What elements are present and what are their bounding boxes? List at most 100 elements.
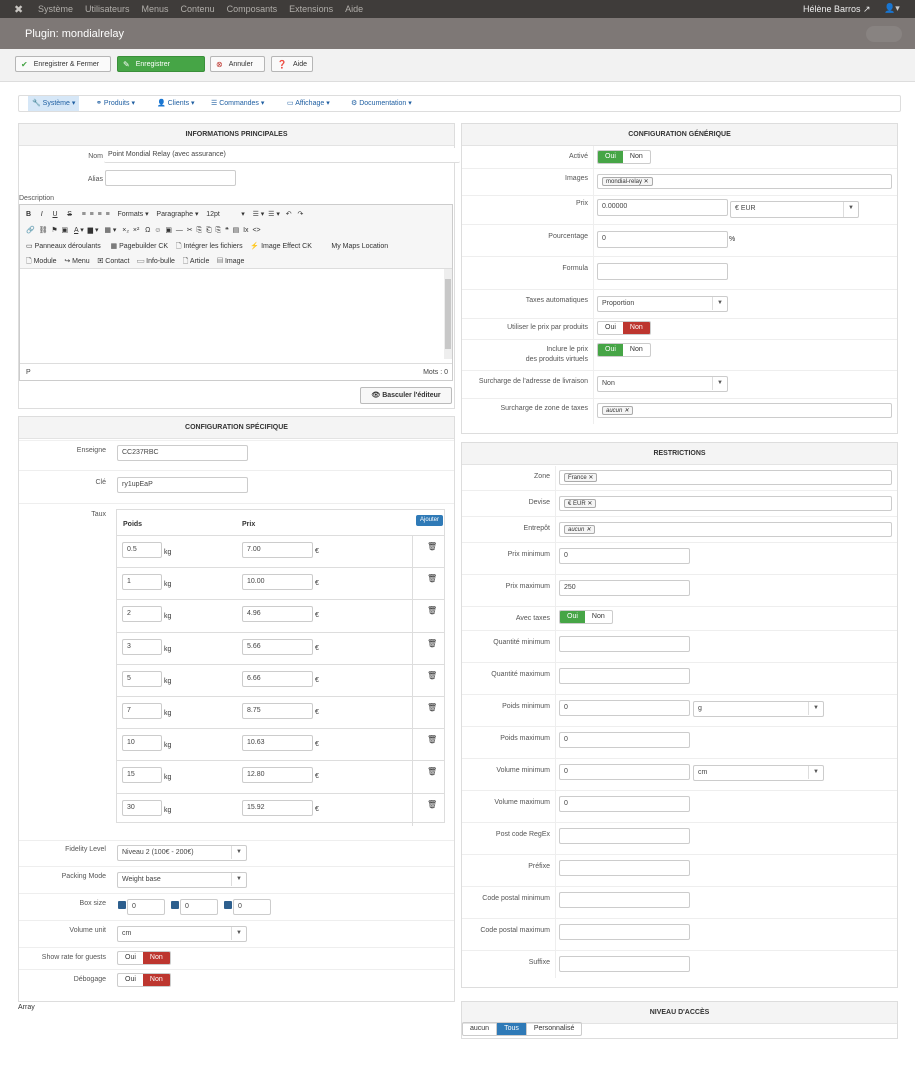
- help-button[interactable]: ❓ Aide: [271, 56, 313, 72]
- entrepot-field[interactable]: aucun ✕: [559, 522, 892, 537]
- avec-taxes-toggle[interactable]: Oui Non: [559, 610, 613, 624]
- rate-weight-input[interactable]: 30: [122, 799, 162, 816]
- cpmax-input[interactable]: [559, 924, 690, 940]
- surcharge-addr-select[interactable]: Non ▼: [597, 376, 728, 392]
- trash-icon[interactable]: 🗑: [427, 703, 437, 712]
- joomla-logo-icon[interactable]: ✖: [14, 3, 23, 16]
- virtual-toggle[interactable]: Oui Non: [597, 343, 651, 357]
- pmin-input[interactable]: 0: [559, 700, 690, 716]
- formula-input[interactable]: [597, 263, 728, 280]
- rate-weight-input[interactable]: 15: [122, 767, 162, 784]
- trash-icon[interactable]: 🗑: [427, 671, 437, 680]
- cle-input[interactable]: ry1upEaP: [117, 477, 248, 493]
- save-close-button[interactable]: ✔ Enregistrer & Fermer: [15, 56, 111, 72]
- contact-button[interactable]: Contact: [105, 258, 129, 265]
- guests-oui[interactable]: Oui: [118, 952, 143, 964]
- images-field[interactable]: mondial-relay ✕: [597, 174, 892, 189]
- integrate-files-button[interactable]: Intégrer les fichiers: [183, 243, 242, 250]
- rate-weight-input[interactable]: 1: [122, 574, 162, 591]
- image-effect-button[interactable]: Image Effect CK: [261, 243, 312, 250]
- save-button[interactable]: ✎ Enregistrer: [117, 56, 205, 72]
- module-button[interactable]: Module: [34, 258, 57, 265]
- pct-input[interactable]: 0: [597, 231, 728, 248]
- menu-extensions[interactable]: Extensions: [289, 4, 333, 14]
- rate-weight-input[interactable]: 3: [122, 638, 162, 655]
- editor-scrollbar[interactable]: [444, 269, 452, 359]
- prix-min-input[interactable]: 0: [559, 548, 690, 564]
- currency-select[interactable]: € EUR ▼: [730, 201, 859, 218]
- regex-input[interactable]: [559, 828, 690, 844]
- trash-icon[interactable]: 🗑: [427, 574, 437, 583]
- volume-unit-select[interactable]: cm ▼: [117, 926, 247, 942]
- rate-price-input[interactable]: 12.80: [242, 767, 313, 784]
- user-menu-icon[interactable]: 👤▾: [884, 3, 900, 14]
- menu-systeme[interactable]: Système: [38, 4, 73, 14]
- editor-scroll-thumb[interactable]: [445, 279, 451, 349]
- menu-aide[interactable]: Aide: [345, 4, 363, 14]
- rate-price-input[interactable]: 15.92: [242, 799, 313, 816]
- fontsize-dropdown[interactable]: 12pt: [206, 211, 220, 218]
- box-height-input[interactable]: 0: [233, 899, 271, 915]
- rate-weight-input[interactable]: 5: [122, 670, 162, 687]
- subnav-clients[interactable]: 👤 Clients ▾: [153, 96, 199, 111]
- image-button[interactable]: Image: [225, 258, 244, 265]
- vmax-input[interactable]: 0: [559, 796, 690, 812]
- devise-field[interactable]: € EUR ✕: [559, 496, 892, 511]
- guests-toggle[interactable]: Oui Non: [117, 951, 171, 965]
- use-price-oui[interactable]: Oui: [598, 322, 623, 334]
- access-aucun[interactable]: aucun: [463, 1023, 498, 1035]
- align-icons[interactable]: ≡ ≡ ≡ ≡: [82, 211, 110, 218]
- pagebuilder-button[interactable]: Pagebuilder CK: [119, 243, 168, 250]
- rate-weight-input[interactable]: 2: [122, 606, 162, 623]
- menu-composants[interactable]: Composants: [227, 4, 278, 14]
- subnav-affichage[interactable]: ▭ Affichage ▾: [283, 96, 334, 111]
- access-level-group[interactable]: aucun Tous Personnalisé: [462, 1022, 583, 1036]
- use-price-non[interactable]: Non: [622, 322, 650, 334]
- rate-price-input[interactable]: 10.63: [242, 735, 313, 752]
- cpmin-input[interactable]: [559, 892, 690, 908]
- rate-price-input[interactable]: 5.66: [242, 638, 313, 655]
- rate-weight-input[interactable]: 10: [122, 735, 162, 752]
- prix-max-input[interactable]: 250: [559, 580, 690, 596]
- debug-oui[interactable]: Oui: [118, 974, 143, 986]
- box-length-input[interactable]: 0: [127, 899, 165, 915]
- toggle-editor-button[interactable]: 👁 Basculer l'éditeur: [360, 387, 452, 404]
- use-price-toggle[interactable]: Oui Non: [597, 321, 651, 335]
- bold-button[interactable]: B: [26, 211, 31, 218]
- virtual-non[interactable]: Non: [623, 344, 650, 356]
- editor-body[interactable]: [20, 269, 452, 359]
- underline-button[interactable]: U: [52, 211, 57, 218]
- debug-toggle[interactable]: Oui Non: [117, 973, 171, 987]
- menu-utilisateurs[interactable]: Utilisateurs: [85, 4, 130, 14]
- taxes-select[interactable]: Proportion ▼: [597, 296, 728, 312]
- zone-field[interactable]: France ✕: [559, 470, 892, 485]
- rate-price-input[interactable]: 8.75: [242, 703, 313, 719]
- subnav-documentation[interactable]: ⚙ Documentation ▾: [347, 96, 416, 111]
- panneaux-button[interactable]: Panneaux déroulants: [35, 243, 101, 250]
- suffixe-input[interactable]: [559, 956, 690, 972]
- surcharge-zone-field[interactable]: aucun ✕: [597, 403, 892, 418]
- add-rate-button[interactable]: Ajouter: [416, 515, 443, 526]
- rate-weight-input[interactable]: 0.5: [122, 542, 162, 558]
- menu-menus[interactable]: Menus: [142, 4, 169, 14]
- cancel-button[interactable]: ⊗ Annuler: [210, 56, 265, 72]
- italic-button[interactable]: I: [41, 211, 43, 218]
- pmin-unit-select[interactable]: g ▼: [693, 701, 824, 717]
- vmin-unit-select[interactable]: cm ▼: [693, 765, 824, 781]
- user-site-link[interactable]: Hélène Barros ↗: [803, 4, 871, 15]
- active-toggle[interactable]: Oui Non: [597, 150, 651, 164]
- enseigne-input[interactable]: CC237RBC: [117, 445, 248, 461]
- qmax-input[interactable]: [559, 668, 690, 684]
- rate-price-input[interactable]: 10.00: [242, 574, 313, 591]
- guests-non[interactable]: Non: [142, 952, 170, 964]
- prix-input[interactable]: 0.00000: [597, 199, 728, 216]
- trash-icon[interactable]: 🗑: [427, 735, 437, 744]
- active-non[interactable]: Non: [623, 151, 650, 163]
- strike-button[interactable]: S: [67, 211, 72, 218]
- subnav-produits[interactable]: ⚭ Produits ▾: [92, 96, 139, 111]
- list-icons[interactable]: ☰ ▾ ☰ ▾ ↶ ↷: [253, 211, 304, 218]
- trash-icon[interactable]: 🗑: [427, 767, 437, 776]
- trash-icon[interactable]: 🗑: [427, 800, 437, 809]
- rate-price-input[interactable]: 7.00: [242, 542, 313, 558]
- editor-row-2-icons[interactable]: 🔗 ⛓ ⚑ ▣ A ▾ ▆ ▾ ▦ ▾ ×₂ ×² Ω ☺ ▣ — ✂ ⎘ ⎗ …: [26, 226, 261, 235]
